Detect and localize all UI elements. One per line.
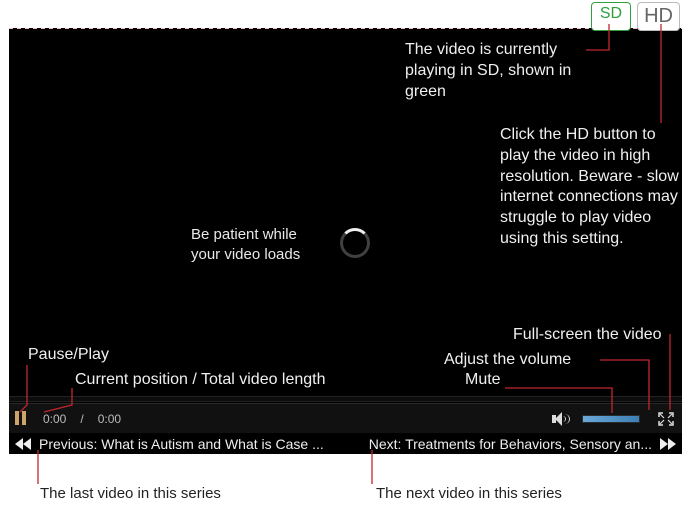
annotation-leaders (0, 0, 692, 511)
